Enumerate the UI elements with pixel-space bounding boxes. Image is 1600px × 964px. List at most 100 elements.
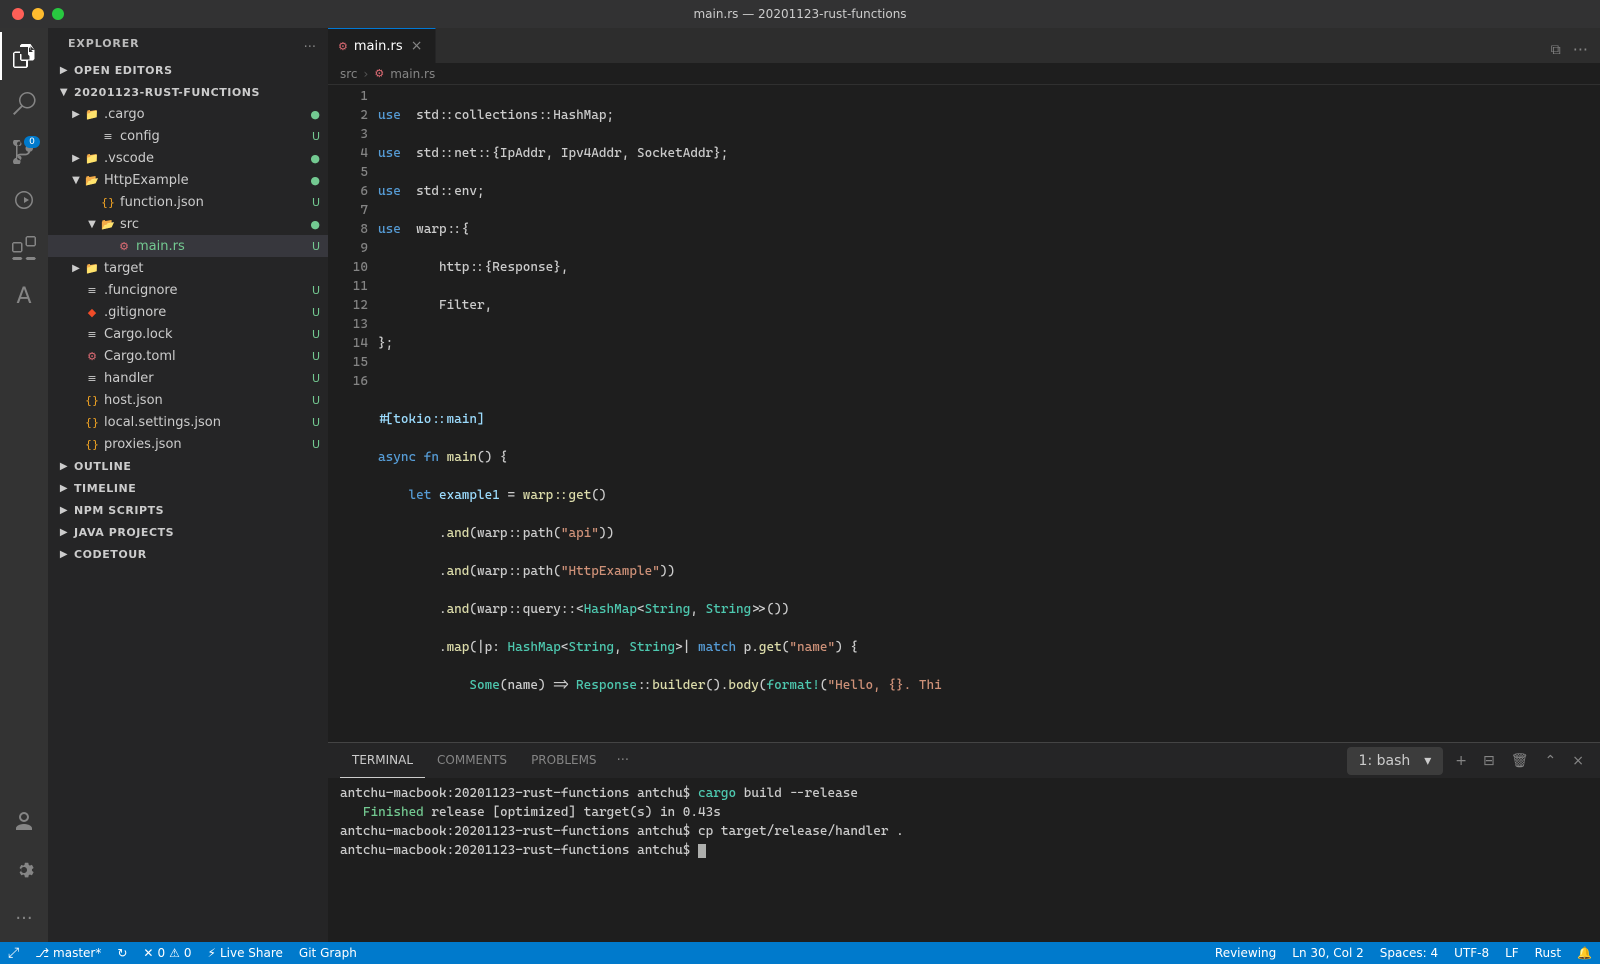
chevron-right-icon: ▶ <box>56 62 72 78</box>
status-bell[interactable]: 🔔 <box>1569 942 1600 964</box>
activity-more[interactable]: ··· <box>0 894 48 942</box>
file-text-icon: ≡ <box>84 282 100 298</box>
chevron-right-icon: ▶ <box>56 480 72 496</box>
status-errors[interactable]: ✕ 0 ⚠ 0 <box>135 942 199 964</box>
file-label: handler <box>104 371 312 386</box>
maximize-button[interactable] <box>52 8 64 20</box>
sidebar-item-gitignore[interactable]: ◆ .gitignore U <box>48 301 328 323</box>
sidebar-header: Explorer ... <box>48 28 328 59</box>
status-line-ending[interactable]: LF <box>1497 942 1527 964</box>
chevron-down-icon: ▼ <box>56 84 72 100</box>
status-sync[interactable]: ↻ <box>109 942 135 964</box>
tab-problems[interactable]: PROBLEMS <box>519 743 609 778</box>
terminal-content[interactable]: antchu-macbook:20201123-rust-functions a… <box>328 778 1600 942</box>
close-tab-button[interactable]: × <box>409 38 425 54</box>
activity-account[interactable] <box>0 798 48 846</box>
close-panel-icon[interactable]: × <box>1568 749 1588 773</box>
status-ln-col[interactable]: Ln 30, Col 2 <box>1284 942 1372 964</box>
terminal-shell-dropdown[interactable]: 1: bash ▾ <box>1347 747 1444 775</box>
file-label: .cargo <box>104 107 310 122</box>
status-language[interactable]: Rust <box>1527 942 1569 964</box>
section-timeline[interactable]: ▶ TIMELINE <box>48 477 328 499</box>
sidebar-item-cargo[interactable]: ▶ 📁 .cargo ● <box>48 103 328 125</box>
activity-azure[interactable]: A <box>0 272 48 320</box>
sidebar-actions[interactable]: ... <box>304 36 316 51</box>
tab-bar-actions: ⧉ ··· <box>1547 36 1600 63</box>
split-editor-icon[interactable]: ⧉ <box>1547 38 1565 62</box>
file-badge: U <box>312 394 320 407</box>
sidebar-item-httpexample[interactable]: ▼ 📂 HttpExample ● <box>48 169 328 191</box>
status-branch[interactable]: ⎇ master* <box>27 942 109 964</box>
code-content[interactable]: use std::collections::HashMap; use std::… <box>378 85 1590 742</box>
activity-source-control[interactable]: 0 <box>0 128 48 176</box>
sidebar-item-local-settings[interactable]: {} local.settings.json U <box>48 411 328 433</box>
sidebar-item-vscode[interactable]: ▶ 📁 .vscode ● <box>48 147 328 169</box>
tab-terminal[interactable]: TERMINAL <box>340 743 425 778</box>
section-open-editors[interactable]: ▶ OPEN EDITORS <box>48 59 328 81</box>
terminal-line-2: Finished release [optimized] target(s) i… <box>340 803 1588 822</box>
minimize-button[interactable] <box>32 8 44 20</box>
sidebar-item-host-json[interactable]: {} host.json U <box>48 389 328 411</box>
no-arrow <box>68 370 84 386</box>
encoding-label: UTF-8 <box>1454 946 1489 960</box>
file-label: proxies.json <box>104 437 312 452</box>
close-button[interactable] <box>12 8 24 20</box>
tab-comments[interactable]: COMMENTS <box>425 743 519 778</box>
split-terminal-icon[interactable]: ⊟ <box>1479 749 1499 773</box>
sidebar-item-config[interactable]: ≡ config U <box>48 125 328 147</box>
section-project[interactable]: ▼ 20201123-RUST-FUNCTIONS <box>48 81 328 103</box>
activity-explorer[interactable] <box>0 32 48 80</box>
no-arrow <box>84 194 100 210</box>
file-icon: ⚙ <box>338 40 348 53</box>
terminal-more-icon[interactable]: ··· <box>609 753 637 768</box>
breadcrumb-src[interactable]: src <box>340 67 358 81</box>
status-spaces[interactable]: Spaces: 4 <box>1372 942 1446 964</box>
activity-extensions[interactable] <box>0 224 48 272</box>
language-label: Rust <box>1535 946 1561 960</box>
scrollbar[interactable] <box>1590 85 1600 742</box>
sidebar-item-handler[interactable]: ≡ handler U <box>48 367 328 389</box>
code-editor[interactable]: 12345 678910 1112131415 16 use std::coll… <box>328 85 1600 742</box>
titlebar: main.rs — 20201123-rust-functions <box>0 0 1600 28</box>
terminal-tabs: TERMINAL COMMENTS PROBLEMS ··· 1: bash ▾… <box>328 743 1600 778</box>
no-arrow <box>68 414 84 430</box>
status-encoding[interactable]: UTF-8 <box>1446 942 1497 964</box>
sidebar-item-funcignore[interactable]: ≡ .funcignore U <box>48 279 328 301</box>
section-java-projects[interactable]: ▶ JAVA PROJECTS <box>48 521 328 543</box>
file-text-icon: ≡ <box>84 326 100 342</box>
activity-settings[interactable] <box>0 846 48 894</box>
sidebar-item-function-json[interactable]: {} function.json U <box>48 191 328 213</box>
sidebar-item-src[interactable]: ▼ 📂 src ● <box>48 213 328 235</box>
sidebar-item-cargo-toml[interactable]: ⚙ Cargo.toml U <box>48 345 328 367</box>
file-badge: U <box>312 416 320 429</box>
sync-icon: ↻ <box>117 946 127 960</box>
file-label: Cargo.toml <box>104 349 312 364</box>
file-json-icon: {} <box>100 194 116 210</box>
add-terminal-icon[interactable]: + <box>1451 749 1471 773</box>
sidebar-item-main-rs[interactable]: ⚙ main.rs U <box>48 235 328 257</box>
section-outline[interactable]: ▶ OUTLINE <box>48 455 328 477</box>
chevron-down-icon: ▾ <box>1420 749 1435 773</box>
breadcrumb-file[interactable]: main.rs <box>390 67 435 81</box>
file-badge: ● <box>310 108 320 121</box>
sidebar: Explorer ... ▶ OPEN EDITORS ▼ 20201123-R… <box>48 28 328 942</box>
file-label: .gitignore <box>104 305 312 320</box>
delete-terminal-icon[interactable]: 🗑 <box>1507 749 1533 773</box>
maximize-panel-icon[interactable]: ⌃ <box>1541 749 1561 773</box>
sidebar-item-cargo-lock[interactable]: ≡ Cargo.lock U <box>48 323 328 345</box>
file-badge: U <box>312 350 320 363</box>
activity-search[interactable] <box>0 80 48 128</box>
more-actions-icon[interactable]: ··· <box>1569 36 1592 63</box>
section-npm-scripts[interactable]: ▶ NPM SCRIPTS <box>48 499 328 521</box>
section-codetour[interactable]: ▶ CODETOUR <box>48 543 328 565</box>
sidebar-item-target[interactable]: ▶ 📁 target <box>48 257 328 279</box>
file-badge: U <box>312 372 320 385</box>
status-live-share[interactable]: ⚡ Live Share <box>200 942 291 964</box>
status-reviewing[interactable]: Reviewing <box>1207 942 1284 964</box>
activity-run[interactable] <box>0 176 48 224</box>
status-git-graph[interactable]: Git Graph <box>291 942 365 964</box>
tab-main-rs[interactable]: ⚙ main.rs × <box>328 28 436 63</box>
status-left: ⤢ ⎇ master* ↻ ✕ 0 ⚠ 0 ⚡ Live Share Git G… <box>0 942 365 964</box>
sidebar-item-proxies-json[interactable]: {} proxies.json U <box>48 433 328 455</box>
status-remote[interactable]: ⤢ <box>0 942 27 964</box>
